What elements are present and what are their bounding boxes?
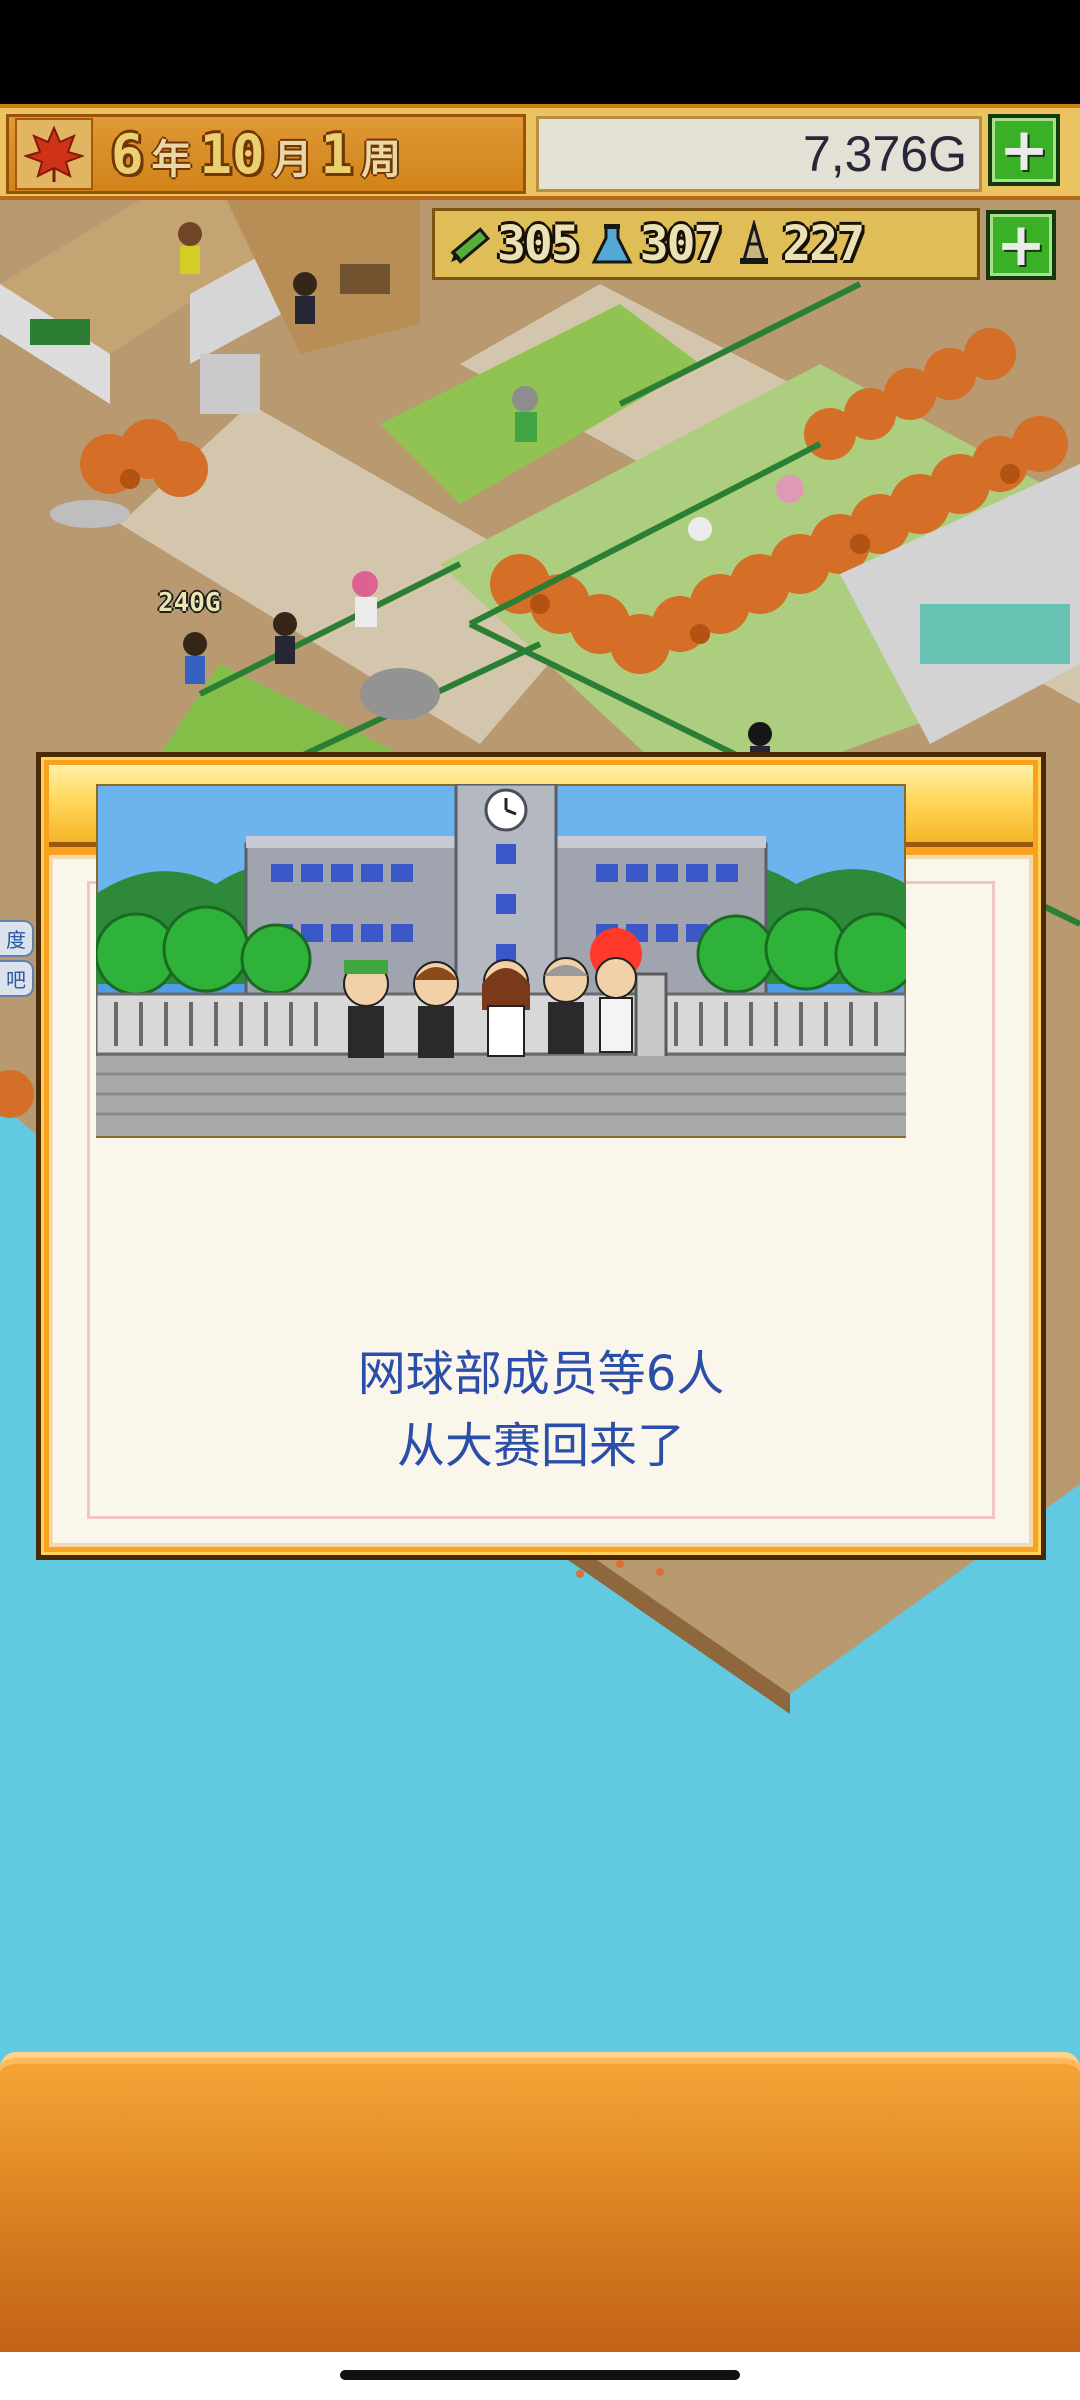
- event-message-line1: 网球部成员等6人: [357, 1346, 725, 1402]
- bottom-menu-panel[interactable]: [0, 2052, 1080, 2352]
- event-message-line2: 从大赛回来了: [396, 1418, 685, 1474]
- status-bar: [0, 0, 1080, 104]
- event-illustration: [96, 784, 906, 1138]
- home-indicator[interactable]: [340, 2370, 740, 2380]
